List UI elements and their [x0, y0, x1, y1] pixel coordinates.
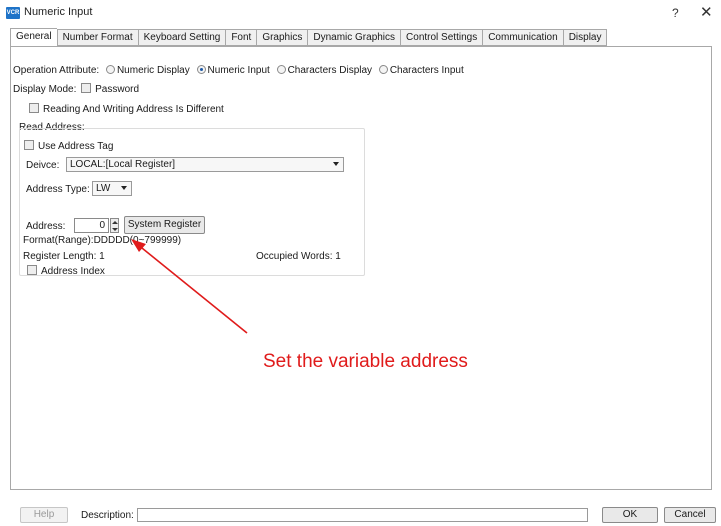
annotation-text: Set the variable address [263, 351, 468, 372]
annotation-arrow [131, 239, 248, 334]
ok-button[interactable]: OK [602, 507, 658, 523]
help-button[interactable]: Help [20, 507, 68, 523]
description-input[interactable] [137, 508, 588, 522]
cancel-button[interactable]: Cancel [664, 507, 716, 523]
footer-bar: Help Description: OK Cancel [0, 500, 721, 526]
description-label: Description: [81, 510, 134, 521]
annotation-arrow-line [136, 243, 248, 334]
